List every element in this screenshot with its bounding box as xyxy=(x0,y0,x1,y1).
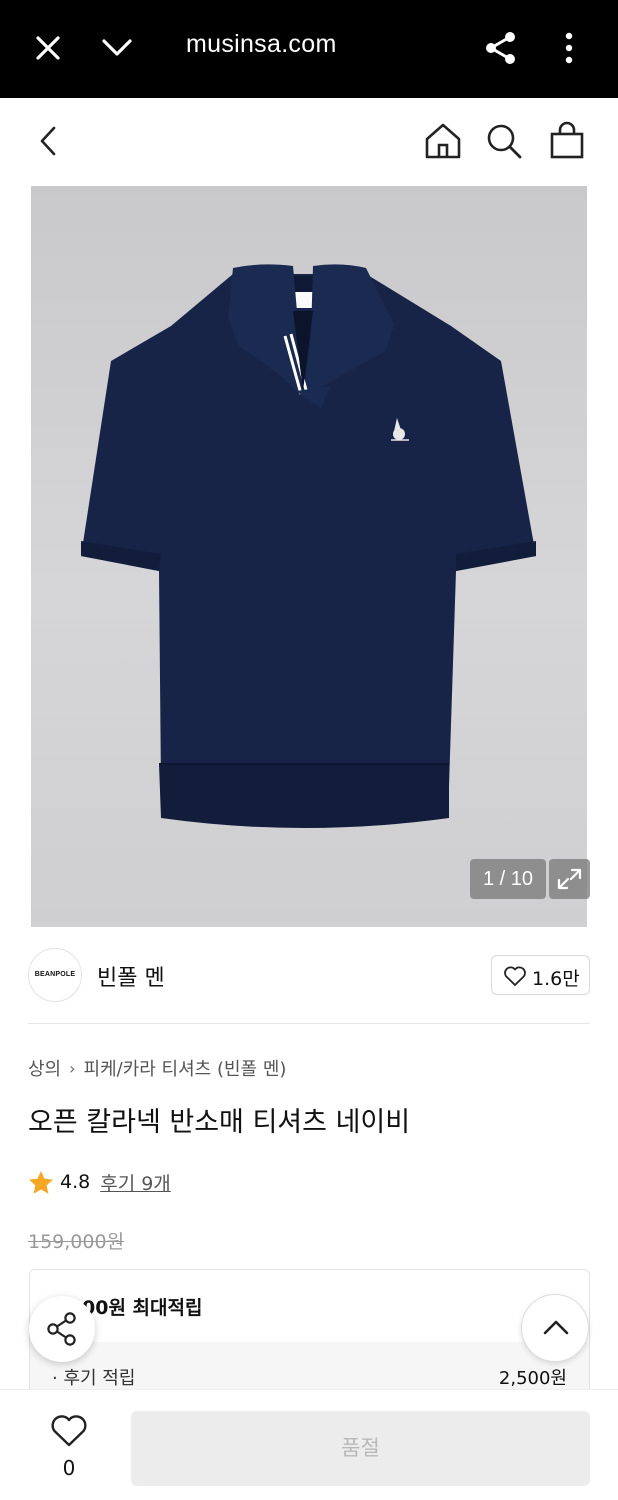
review-points-label: · 후기 적립 xyxy=(52,1368,136,1389)
floating-share-button[interactable] xyxy=(29,1296,95,1362)
expand-icon xyxy=(557,868,582,890)
scroll-top-button[interactable] xyxy=(521,1294,589,1362)
share-icon xyxy=(47,1312,76,1346)
browser-toolbar: musinsa.com xyxy=(0,0,618,98)
breadcrumb: 상의 › 피케/카라 티셔츠 (빈폴 멘) xyxy=(28,1055,286,1081)
expand-image-button[interactable] xyxy=(549,859,590,899)
divider xyxy=(28,1023,590,1024)
bottom-action-bar: 0 품절 xyxy=(0,1389,618,1500)
more-vertical-icon[interactable] xyxy=(547,26,591,70)
brand-logo[interactable]: BEANPOLE xyxy=(28,948,82,1002)
app-header xyxy=(0,98,618,186)
brand-like-button[interactable]: 1.6만 xyxy=(491,955,590,995)
chevron-down-icon[interactable] xyxy=(95,26,139,70)
close-icon[interactable] xyxy=(26,26,70,70)
breadcrumb-category[interactable]: 상의 xyxy=(28,1055,61,1081)
browser-url[interactable]: musinsa.com xyxy=(186,30,337,59)
wishlist-count: 0 xyxy=(62,1456,76,1480)
points-box[interactable]: 00원 최대적립 · 후기 적립 2,500원 xyxy=(29,1269,590,1409)
back-arrow-icon[interactable] xyxy=(26,118,72,164)
image-counter: 1 / 10 xyxy=(470,859,546,899)
shopping-bag-icon[interactable] xyxy=(544,118,590,164)
wishlist-heart-icon[interactable] xyxy=(50,1414,88,1448)
home-icon[interactable] xyxy=(420,118,466,164)
heart-icon xyxy=(504,966,526,986)
breadcrumb-subcategory[interactable]: 피케/카라 티셔츠 (빈폴 멘) xyxy=(84,1055,287,1081)
product-title: 오픈 칼라넥 반소매 티셔츠 네이비 xyxy=(28,1107,411,1138)
original-price: 159,000원 xyxy=(28,1231,125,1253)
share-icon[interactable] xyxy=(479,26,523,70)
review-link[interactable]: 후기 9개 xyxy=(100,1169,171,1196)
chevron-right-icon: › xyxy=(69,1058,76,1078)
rating-row: 4.8 후기 9개 xyxy=(28,1168,171,1196)
review-points-value: 2,500원 xyxy=(498,1368,567,1389)
brand-name[interactable]: 빈폴 멘 xyxy=(97,960,165,992)
search-icon[interactable] xyxy=(481,118,527,164)
points-title: 00원 최대적립 xyxy=(82,1297,203,1319)
rating-score: 4.8 xyxy=(60,1171,91,1193)
star-icon xyxy=(29,1170,53,1194)
chevron-up-icon xyxy=(543,1320,569,1335)
product-image[interactable] xyxy=(31,186,587,927)
polo-shirt-image xyxy=(81,264,536,828)
like-count: 1.6만 xyxy=(532,968,580,990)
sold-out-button[interactable]: 품절 xyxy=(131,1411,590,1486)
